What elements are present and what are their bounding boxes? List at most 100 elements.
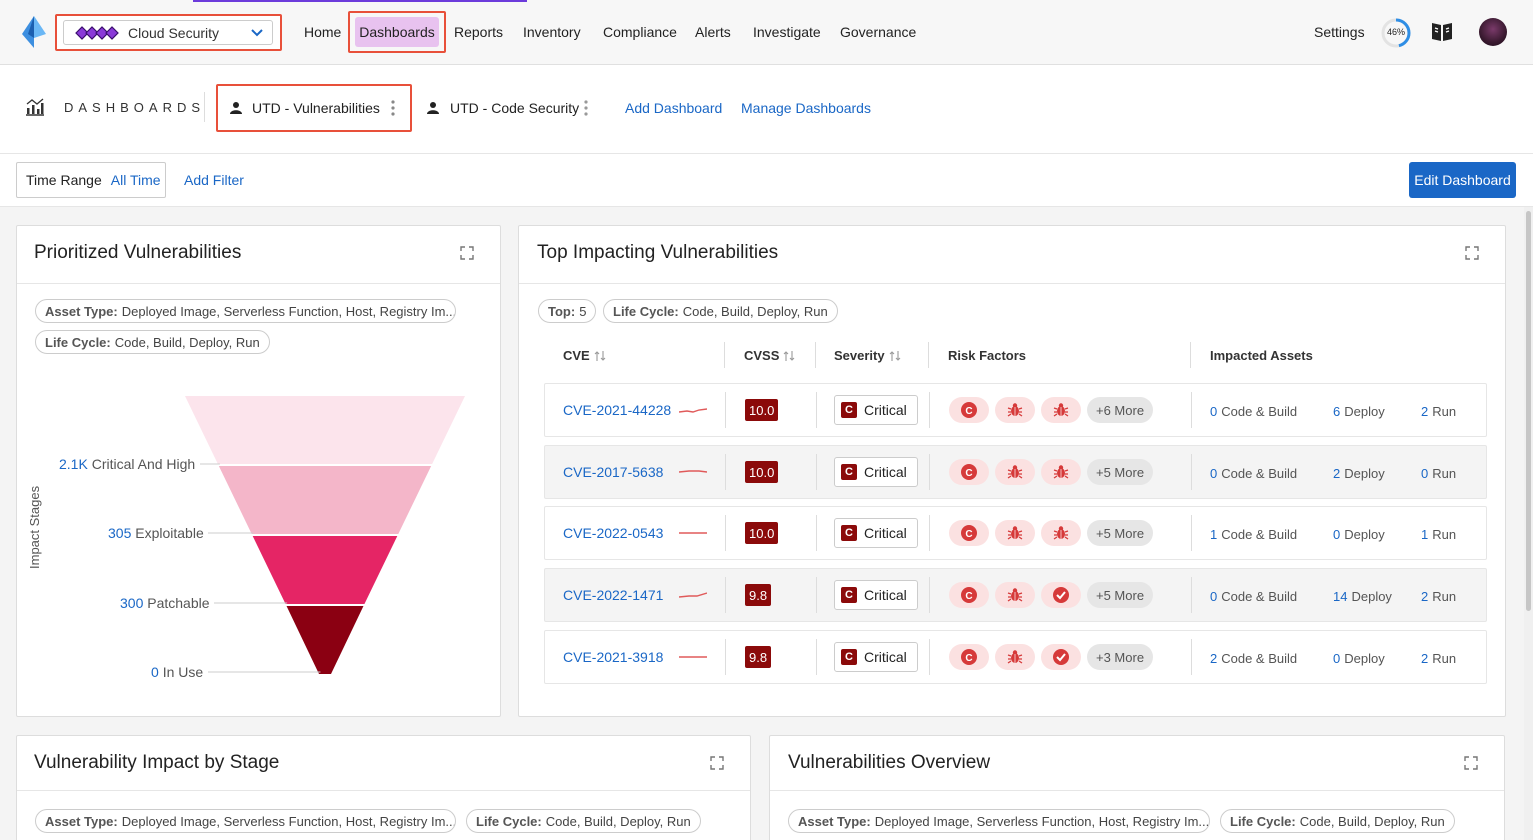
funnel-segment[interactable] — [286, 606, 364, 674]
funnel-label-critical-high: 2.1K Critical And High — [59, 456, 195, 472]
time-range-filter[interactable]: Time Range All Time — [16, 162, 166, 198]
filter-chip-life-cycle[interactable]: Life Cycle: Code, Build, Deploy, Run — [466, 809, 701, 833]
header-label: CVE — [563, 348, 590, 363]
risk-factor-badge[interactable]: C — [949, 644, 989, 670]
more-risk-factors-button[interactable]: +5 More — [1087, 459, 1154, 485]
nav-alerts[interactable]: Alerts — [695, 24, 731, 40]
expand-icon[interactable] — [1464, 756, 1478, 770]
nav-dashboards[interactable]: Dashboards — [348, 11, 446, 53]
risk-factor-badge[interactable] — [1041, 397, 1081, 423]
more-vert-icon[interactable] — [391, 100, 395, 116]
funnel-segment[interactable] — [252, 536, 398, 604]
expand-icon[interactable] — [1465, 246, 1479, 260]
asset-run-link[interactable]: 1 Run — [1421, 527, 1456, 542]
risk-factor-badge[interactable] — [1041, 459, 1081, 485]
cve-link[interactable]: CVE-2022-0543 — [563, 525, 663, 541]
cve-link[interactable]: CVE-2021-3918 — [563, 649, 663, 665]
asset-deploy-link[interactable]: 14 Deploy — [1333, 589, 1392, 604]
filter-chip-life-cycle[interactable]: Life Cycle: Code, Build, Deploy, Run — [603, 299, 838, 323]
add-filter-link[interactable]: Add Filter — [184, 172, 244, 188]
tab-utd-vulnerabilities[interactable]: UTD - Vulnerabilities — [216, 84, 412, 132]
asset-run-link[interactable]: 2 Run — [1421, 651, 1456, 666]
more-risk-factors-button[interactable]: +5 More — [1087, 582, 1154, 608]
asset-code-build-link[interactable]: 0 Code & Build — [1210, 589, 1297, 604]
filter-chip-life-cycle[interactable]: Life Cycle: Code, Build, Deploy, Run — [35, 330, 270, 354]
asset-deploy-link[interactable]: 0 Deploy — [1333, 651, 1385, 666]
filter-chip-top[interactable]: Top: 5 — [538, 299, 597, 323]
edit-dashboard-button[interactable]: Edit Dashboard — [1409, 162, 1516, 198]
nav-compliance[interactable]: Compliance — [603, 24, 677, 40]
asset-run-link[interactable]: 2 Run — [1421, 589, 1456, 604]
onboarding-progress[interactable]: 46% — [1380, 17, 1412, 49]
asset-code-build-link[interactable]: 0 Code & Build — [1210, 466, 1297, 481]
cve-link[interactable]: CVE-2021-44228 — [563, 402, 671, 418]
risk-factor-badge[interactable]: C — [949, 459, 989, 485]
risk-factor-badge[interactable] — [995, 520, 1035, 546]
risk-factor-badge[interactable]: C — [949, 520, 989, 546]
filter-chip-life-cycle[interactable]: Life Cycle: Code, Build, Deploy, Run — [1220, 809, 1455, 833]
stage-count: 305 — [108, 525, 132, 541]
more-vert-icon[interactable] — [584, 100, 588, 116]
nav-investigate[interactable]: Investigate — [753, 24, 821, 40]
nav-settings[interactable]: Settings — [1314, 24, 1365, 40]
more-risk-factors-button[interactable]: +3 More — [1087, 644, 1154, 670]
table-row[interactable]: CVE-2021-44228 10.0 C Critical C +6 More 0 Code… — [544, 383, 1487, 437]
tab-utd-code-security[interactable]: UTD - Code Security — [420, 84, 600, 132]
header-label: Impacted Assets — [1210, 348, 1313, 363]
asset-deploy-link[interactable]: 2 Deploy — [1333, 466, 1385, 481]
asset-run-link[interactable]: 2 Run — [1421, 404, 1456, 419]
documentation-icon[interactable] — [1430, 21, 1454, 43]
funnel-segment[interactable] — [185, 396, 465, 464]
nav-home[interactable]: Home — [304, 24, 341, 40]
expand-icon[interactable] — [710, 756, 724, 770]
add-dashboard-link[interactable]: Add Dashboard — [625, 100, 722, 116]
table-row[interactable]: CVE-2022-0543 10.0 C Critical C +5 More 1 Code … — [544, 506, 1487, 560]
chip-value: Code, Build, Deploy, Run — [682, 303, 828, 319]
page-scrollbar[interactable] — [1524, 207, 1533, 840]
nav-reports[interactable]: Reports — [454, 24, 503, 40]
table-row[interactable]: CVE-2017-5638 10.0 C Critical C +5 More 0 Code … — [544, 445, 1487, 499]
asset-code-build-link[interactable]: 1 Code & Build — [1210, 527, 1297, 542]
asset-run-link[interactable]: 0 Run — [1421, 466, 1456, 481]
risk-factor-badge[interactable] — [1041, 644, 1081, 670]
asset-deploy-link[interactable]: 6 Deploy — [1333, 404, 1385, 419]
user-avatar[interactable] — [1479, 18, 1507, 46]
table-row[interactable]: CVE-2021-3918 9.8 C Critical C +3 More 2 Code &… — [544, 630, 1487, 684]
risk-factor-badge[interactable]: C — [949, 582, 989, 608]
more-risk-factors-button[interactable]: +5 More — [1087, 520, 1154, 546]
app-logo-icon[interactable] — [18, 14, 50, 50]
filter-chip-asset-type[interactable]: Asset Type: Deployed Image, Serverless F… — [35, 299, 456, 323]
risk-factor-badge[interactable] — [1041, 520, 1081, 546]
expand-icon[interactable] — [460, 246, 474, 260]
product-selector[interactable]: Cloud Security — [55, 14, 282, 51]
risk-factor-badge[interactable] — [995, 582, 1035, 608]
risk-factor-badge[interactable] — [1041, 582, 1081, 608]
filter-chip-asset-type[interactable]: Asset Type: Deployed Image, Serverless F… — [788, 809, 1210, 833]
column-header-cvss[interactable]: CVSS — [744, 348, 795, 363]
funnel-segment[interactable] — [218, 466, 432, 534]
manage-dashboards-link[interactable]: Manage Dashboards — [741, 100, 871, 116]
scrollbar-thumb[interactable] — [1526, 211, 1531, 611]
bug-icon — [1053, 403, 1069, 417]
more-risk-factors-button[interactable]: +6 More — [1087, 397, 1154, 423]
asset-count: 1 — [1210, 527, 1218, 542]
divider — [816, 515, 817, 551]
nav-inventory[interactable]: Inventory — [523, 24, 581, 40]
column-header-severity[interactable]: Severity — [834, 348, 901, 363]
asset-code-build-link[interactable]: 0 Code & Build — [1210, 404, 1297, 419]
cve-link[interactable]: CVE-2017-5638 — [563, 464, 663, 480]
risk-factor-badge[interactable] — [995, 644, 1035, 670]
cve-link[interactable]: CVE-2022-1471 — [563, 587, 663, 603]
risk-factor-badge[interactable] — [995, 397, 1035, 423]
asset-deploy-link[interactable]: 0 Deploy — [1333, 527, 1385, 542]
nav-governance[interactable]: Governance — [840, 24, 916, 40]
table-row[interactable]: CVE-2022-1471 9.8 C Critical C +5 More 0 Code &… — [544, 568, 1487, 622]
cvss-score-badge: 9.8 — [745, 584, 772, 606]
asset-code-build-link[interactable]: 2 Code & Build — [1210, 651, 1297, 666]
severity-label: Critical — [864, 587, 907, 603]
filter-chip-asset-type[interactable]: Asset Type: Deployed Image, Serverless F… — [35, 809, 456, 833]
column-header-cve[interactable]: CVE — [563, 348, 606, 363]
risk-factor-badge[interactable]: C — [949, 397, 989, 423]
risk-factor-badge[interactable] — [995, 459, 1035, 485]
divider — [1191, 577, 1192, 613]
